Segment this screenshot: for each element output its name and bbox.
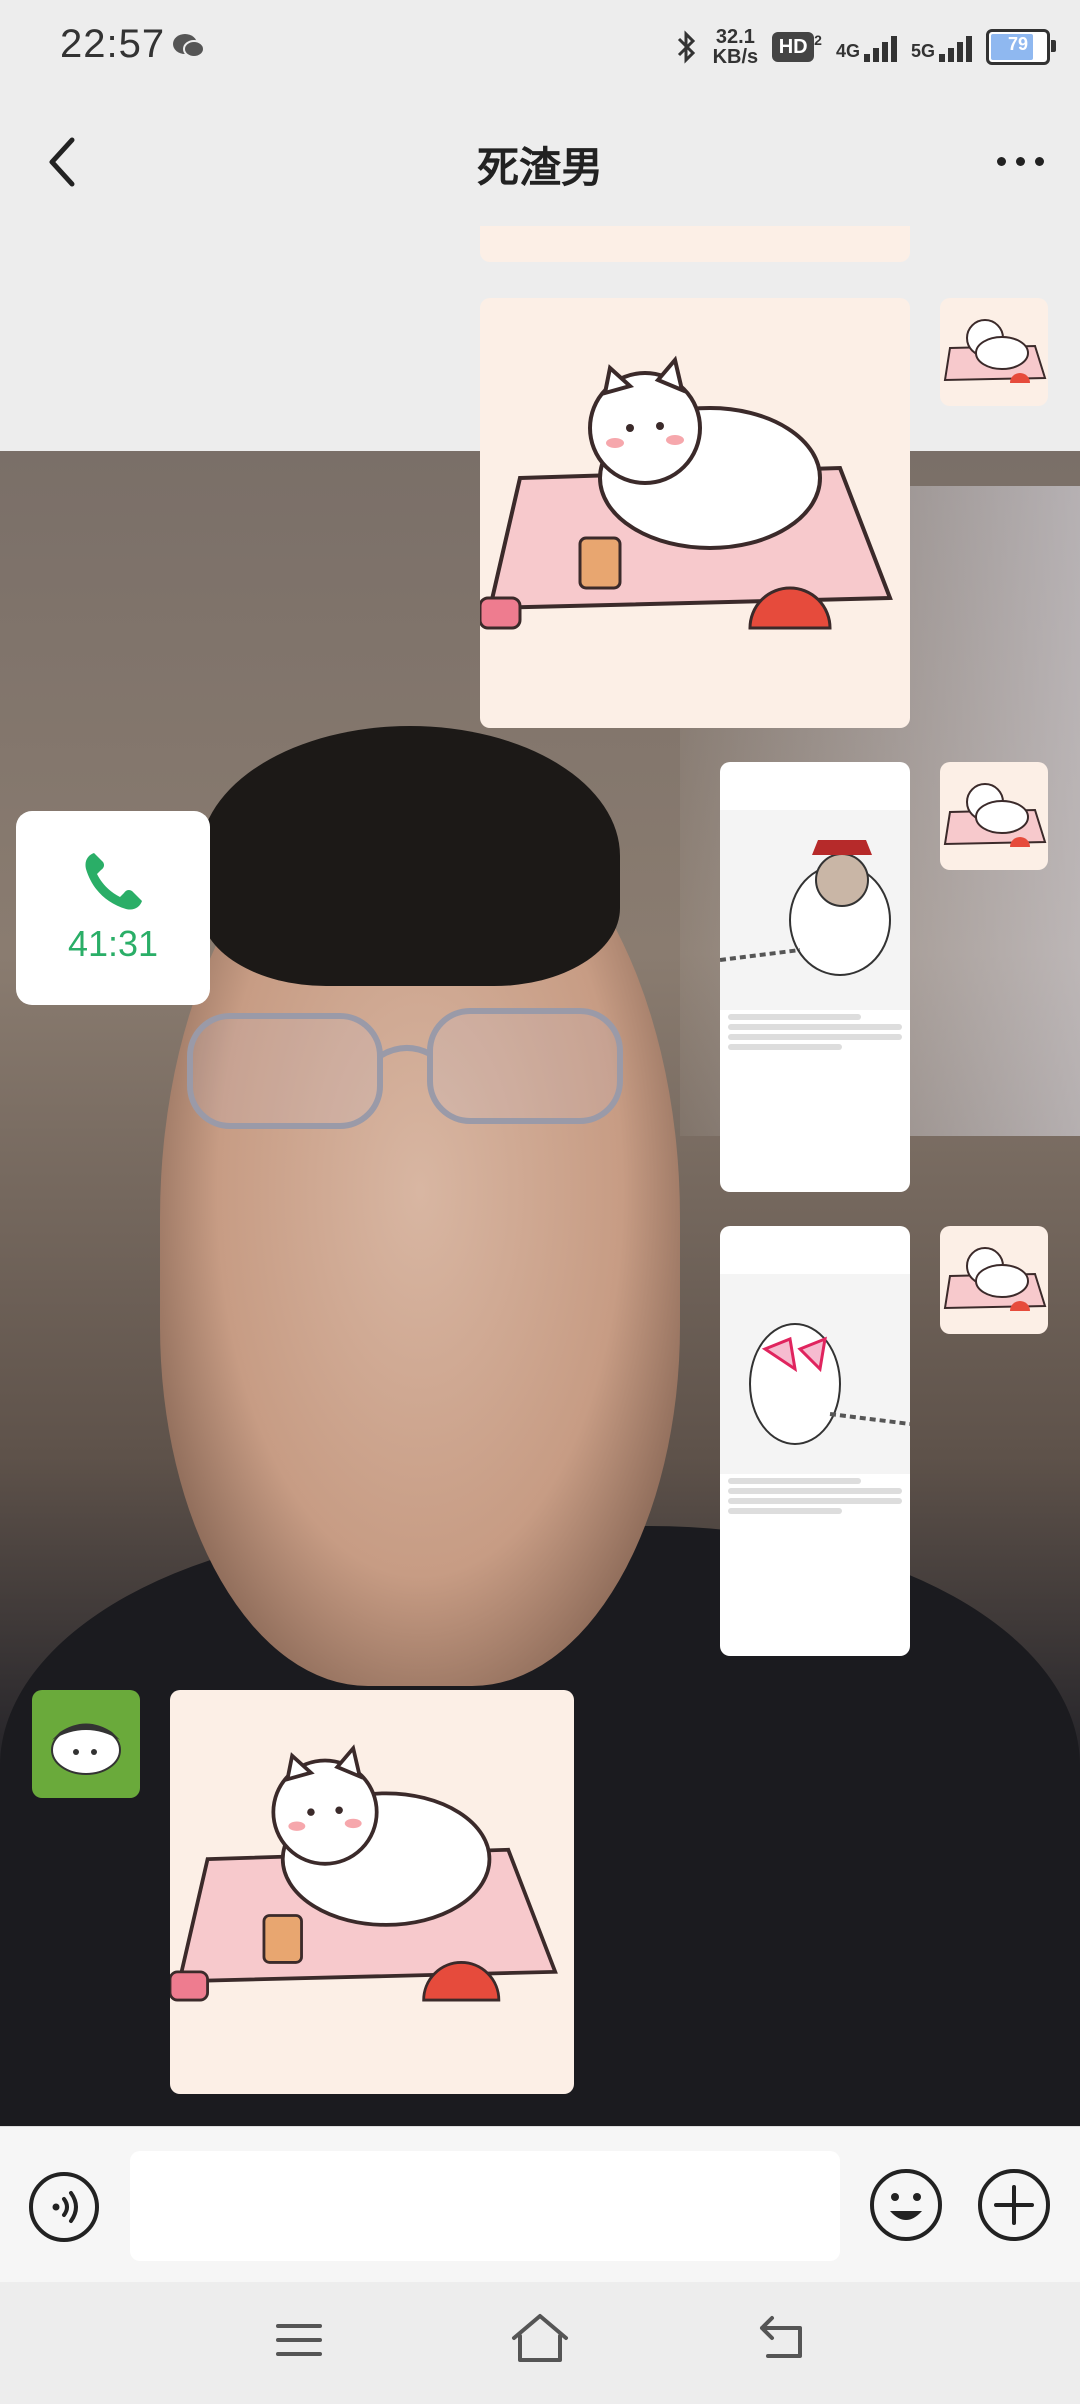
voice-call-record[interactable]: 41:31 [16, 811, 210, 1005]
sticker-message[interactable] [480, 298, 910, 728]
system-nav-bar [0, 2282, 1080, 2404]
network-speed: 32.1 KB/s [712, 26, 759, 68]
chat-header: 死渣男 [0, 96, 1080, 226]
signal-4g: 4G [836, 32, 897, 62]
my-avatar[interactable] [940, 1226, 1048, 1334]
sticker-message[interactable] [170, 1690, 574, 2094]
image-message-screenshot[interactable] [720, 762, 910, 1192]
rice-ball-avatar-icon [51, 1723, 121, 1775]
cat-avatar-icon [943, 1247, 1047, 1311]
my-avatar[interactable] [940, 298, 1048, 406]
cat-sticker [480, 355, 893, 630]
emoji-icon[interactable] [868, 2167, 944, 2243]
battery-icon: 79 [986, 29, 1056, 65]
message-input[interactable] [130, 2151, 840, 2261]
screenshot-header [720, 1226, 910, 1274]
menu-icon[interactable] [274, 2318, 324, 2362]
my-avatar[interactable] [940, 762, 1048, 870]
photo-glasses [187, 1008, 623, 1129]
screenshot-actions [720, 1054, 910, 1070]
more-icon[interactable] [990, 146, 1050, 176]
voice-icon[interactable] [28, 2171, 100, 2243]
chat-title[interactable]: 死渣男 [0, 134, 1080, 195]
sticker-message-partial[interactable] [480, 226, 910, 262]
signal-5g: 5G [911, 32, 972, 62]
hd-badge: HD 2 [772, 32, 822, 62]
home-icon[interactable] [508, 2310, 572, 2366]
screenshot-meme [720, 1274, 910, 1474]
screenshot-header [720, 762, 910, 810]
status-indicators: 32.1 KB/s HD 2 4G 5G 79 [673, 22, 1056, 72]
screenshot-actions [720, 1518, 910, 1534]
input-bar [0, 2126, 1080, 2283]
call-duration: 41:31 [67, 923, 159, 964]
wechat-notification-icon [173, 34, 205, 58]
cat-avatar-icon [943, 319, 1047, 383]
image-message-screenshot[interactable] [720, 1226, 910, 1656]
plus-icon[interactable] [976, 2167, 1052, 2243]
status-time: 22:57 [60, 22, 166, 66]
photo-hair-region [200, 726, 620, 986]
cat-sticker [170, 1744, 558, 2002]
contact-avatar[interactable] [32, 1690, 140, 1798]
screenshot-meme [720, 810, 910, 1010]
bluetooth-icon [677, 30, 695, 64]
cat-avatar-icon [943, 783, 1047, 847]
back-icon[interactable] [756, 2312, 808, 2362]
status-bar: 22:57 32.1 KB/s HD 2 4G 5G 79 [0, 0, 1080, 96]
phone-icon [85, 853, 142, 910]
